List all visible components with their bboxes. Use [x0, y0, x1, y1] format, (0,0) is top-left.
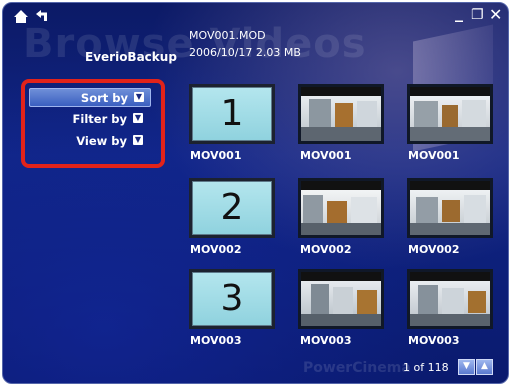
back-arrow-icon[interactable]: [35, 9, 49, 26]
minimize-button[interactable]: _: [455, 5, 463, 21]
app-window: Browse Videos _ ❐ ✕ MOV001.MOD 2006/10/1…: [2, 2, 509, 384]
home-icon[interactable]: [13, 9, 29, 27]
video-number-thumbnail[interactable]: 3: [189, 269, 275, 329]
video-thumbnail[interactable]: [298, 84, 384, 144]
video-thumbnail[interactable]: [407, 84, 493, 144]
video-thumbnail[interactable]: [407, 178, 493, 238]
page-indicator: 1 of 118: [403, 361, 449, 374]
video-number-thumbnail[interactable]: 1: [189, 84, 275, 144]
sort-by-button[interactable]: Sort by ▼: [29, 88, 151, 107]
chevron-down-icon: ▼: [134, 92, 144, 102]
restore-button[interactable]: ❐: [471, 7, 484, 23]
video-thumbnail[interactable]: [298, 178, 384, 238]
chevron-down-icon: ▼: [133, 135, 143, 145]
video-caption: MOV001: [408, 149, 460, 162]
brand-watermark: PowerCinema: [303, 360, 411, 376]
file-info: 2006/10/17 2.03 MB: [189, 46, 301, 59]
video-thumbnail[interactable]: [298, 269, 384, 329]
file-name: MOV001.MOD: [189, 29, 266, 42]
video-caption: MOV002: [300, 243, 352, 256]
video-caption: MOV003: [190, 334, 242, 347]
view-by-label: View by: [76, 134, 127, 148]
filter-by-label: Filter by: [72, 112, 127, 126]
chevron-up-icon[interactable]: ▲: [476, 359, 493, 375]
filter-by-button[interactable]: Filter by ▼: [29, 110, 149, 127]
chevron-down-icon[interactable]: ▼: [458, 359, 475, 375]
background-title-watermark: Browse Videos: [23, 21, 367, 67]
video-caption: MOV001: [190, 149, 242, 162]
video-caption: MOV002: [190, 243, 242, 256]
video-caption: MOV001: [300, 149, 352, 162]
view-by-button[interactable]: View by ▼: [29, 132, 149, 149]
video-caption: MOV003: [300, 334, 352, 347]
video-caption: MOV003: [408, 334, 460, 347]
chevron-down-icon: ▼: [133, 113, 143, 123]
video-caption: MOV002: [408, 243, 460, 256]
close-button[interactable]: ✕: [489, 7, 502, 23]
device-name: EverioBackup: [85, 50, 177, 64]
video-thumbnail[interactable]: [407, 269, 493, 329]
sort-by-label: Sort by: [80, 91, 128, 105]
video-number-thumbnail[interactable]: 2: [189, 178, 275, 238]
